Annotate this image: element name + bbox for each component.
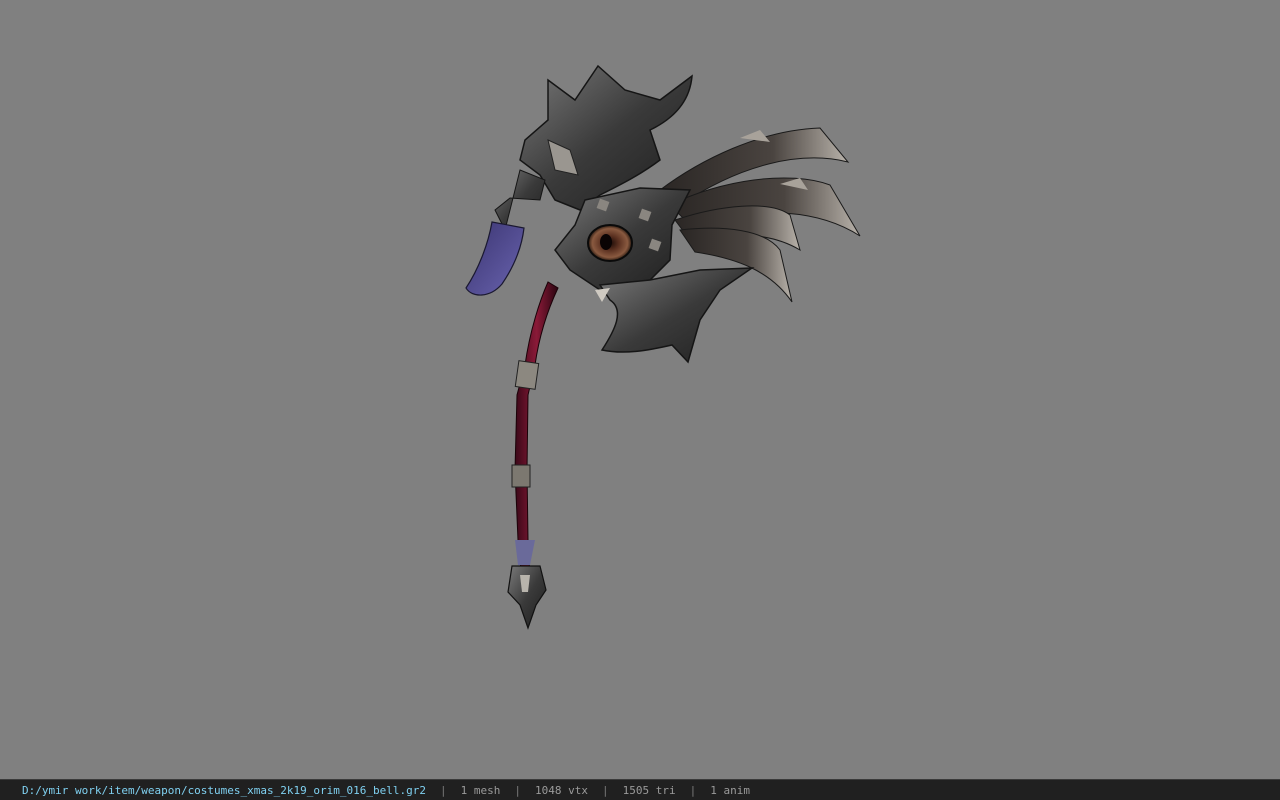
separator: |	[439, 783, 447, 797]
model-viewport[interactable]	[0, 0, 1280, 779]
separator: |	[514, 783, 521, 797]
triangle-count: 1505 tri	[622, 783, 676, 797]
vertex-count: 1048 vtx	[534, 783, 588, 797]
separator: |	[601, 783, 609, 797]
anim-count: 1 anim	[710, 783, 750, 797]
separator: |	[689, 783, 697, 797]
mesh-count: 1 mesh	[460, 783, 501, 797]
file-path: D:/ymir work/item/weapon/costumes_xmas_2…	[22, 783, 426, 797]
status-bar: D:/ymir work/item/weapon/costumes_xmas_2…	[0, 779, 1280, 800]
weapon-model-render	[465, 64, 861, 630]
weapon-shaft	[507, 281, 559, 630]
